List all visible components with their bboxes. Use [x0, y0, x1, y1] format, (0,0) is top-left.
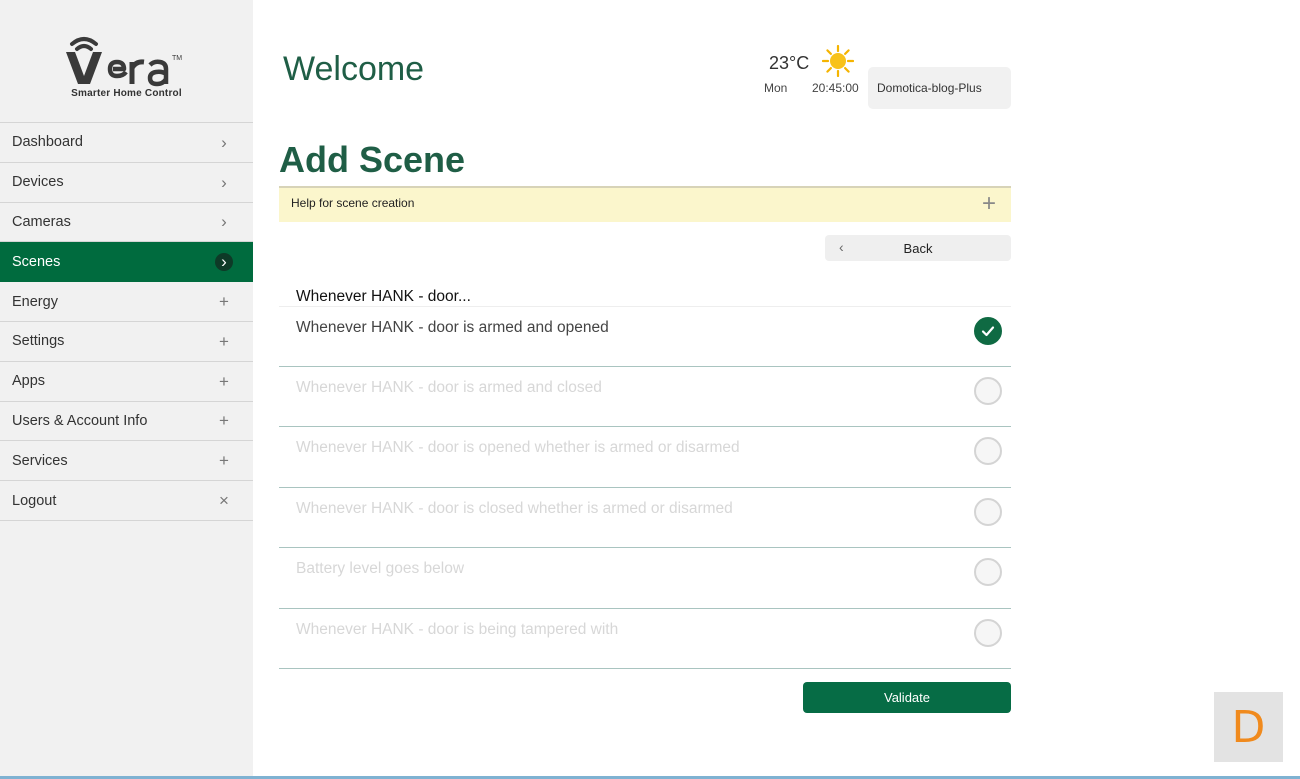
app-window: TM Smarter Home Control Dashboard › Devi…: [0, 0, 1300, 779]
radio-circle-icon[interactable]: [974, 497, 1002, 526]
trigger-option[interactable]: Battery level goes below: [279, 548, 1011, 609]
trigger-option-label: Whenever HANK - door is being tampered w…: [296, 620, 619, 638]
trigger-option-label: Whenever HANK - door is closed whether i…: [296, 499, 733, 517]
weather-widget: 23°C Mon 20:45:00: [760, 44, 870, 104]
trigger-option[interactable]: Whenever HANK - door is closed whether i…: [279, 488, 1011, 548]
chevron-right-icon: ›: [221, 132, 227, 152]
sidebar-item-label: Energy: [12, 293, 58, 310]
close-icon: ×: [219, 491, 229, 511]
sidebar-item-label: Apps: [12, 373, 46, 390]
sidebar-item-logout[interactable]: Logout ×: [0, 481, 253, 521]
sidebar-item-settings[interactable]: Settings +: [0, 322, 253, 362]
help-panel-header[interactable]: Help for scene creation +: [279, 186, 1011, 222]
sidebar-nav: Dashboard › Devices › Cameras › Scenes ›…: [0, 122, 253, 521]
chevron-right-icon: ›: [221, 212, 227, 232]
plus-icon: +: [219, 331, 229, 351]
account-name-button[interactable]: Domotica-blog-Plus: [868, 67, 1011, 109]
vera-logo-icon: TM: [66, 37, 182, 87]
chevron-left-icon: ‹: [839, 239, 844, 255]
trigger-option[interactable]: Whenever HANK - door is armed and closed: [279, 367, 1011, 427]
expand-plus-icon[interactable]: +: [977, 192, 1001, 217]
page-title: Add Scene: [279, 139, 466, 180]
trigger-option[interactable]: Whenever HANK - door is armed and opened: [279, 306, 1011, 367]
logo-tagline: Smarter Home Control: [71, 88, 182, 99]
corner-d-badge[interactable]: D: [1214, 692, 1283, 762]
sidebar-item-label: Devices: [12, 174, 64, 191]
sidebar-item-dashboard[interactable]: Dashboard ›: [0, 123, 253, 163]
checkmark-radio-icon[interactable]: [974, 317, 1002, 345]
sidebar-item-energy[interactable]: Energy +: [0, 282, 253, 322]
trigger-group-title: Whenever HANK - door...: [296, 288, 471, 305]
plus-icon: +: [219, 451, 229, 471]
back-button[interactable]: ‹ Back: [825, 235, 1011, 261]
sidebar-item-cameras[interactable]: Cameras ›: [0, 203, 253, 243]
chevron-right-circle-icon: ›: [215, 252, 233, 271]
trigger-option-label: Whenever HANK - door is armed and opened: [296, 319, 609, 336]
plus-icon: +: [219, 411, 229, 431]
sidebar-item-label: Settings: [12, 333, 65, 350]
radio-circle-icon[interactable]: [974, 618, 1002, 647]
sidebar-item-label: Users & Account Info: [12, 412, 148, 429]
vera-logo[interactable]: TM Smarter Home Control: [0, 0, 253, 122]
trademark-text: TM: [172, 55, 182, 62]
sidebar-item-devices[interactable]: Devices ›: [0, 163, 253, 203]
weather-day: Mon: [764, 81, 788, 95]
sidebar-item-label: Dashboard: [12, 134, 83, 151]
sidebar-item-users-account-info[interactable]: Users & Account Info +: [0, 402, 253, 442]
trigger-option-label: Whenever HANK - door is armed and closed: [296, 378, 602, 396]
sidebar: TM Smarter Home Control Dashboard › Devi…: [0, 0, 253, 776]
sidebar-item-label: Services: [12, 452, 68, 469]
radio-circle-icon[interactable]: [974, 437, 1002, 465]
trigger-option[interactable]: Whenever HANK - door is being tampered w…: [279, 609, 1011, 669]
sidebar-item-scenes[interactable]: Scenes ›: [0, 242, 253, 283]
sidebar-item-apps[interactable]: Apps +: [0, 362, 253, 402]
welcome-heading: Welcome: [283, 50, 425, 88]
sidebar-item-label: Logout: [12, 492, 57, 509]
sidebar-item-label: Cameras: [12, 213, 71, 230]
weather-time: 20:45:00: [812, 81, 859, 95]
trigger-options-list: Whenever HANK - door is armed and opened…: [279, 306, 1011, 669]
sidebar-item-services[interactable]: Services +: [0, 441, 253, 482]
plus-icon: +: [219, 371, 229, 391]
temperature-text: 23°C: [769, 53, 810, 73]
validate-button[interactable]: Validate: [803, 682, 1011, 713]
chevron-right-icon: ›: [221, 172, 227, 192]
help-text: Help for scene creation: [291, 196, 415, 210]
plus-icon: +: [219, 292, 229, 312]
trigger-option-label: Battery level goes below: [296, 560, 465, 577]
trigger-option[interactable]: Whenever HANK - door is opened whether i…: [279, 427, 1011, 488]
trigger-option-label: Whenever HANK - door is opened whether i…: [296, 439, 740, 456]
radio-circle-icon[interactable]: [974, 376, 1002, 405]
check-icon: [981, 326, 995, 337]
sidebar-item-label: Scenes: [12, 253, 61, 270]
radio-circle-icon[interactable]: [974, 558, 1002, 586]
back-button-label: Back: [903, 240, 933, 256]
sun-icon: [822, 45, 854, 77]
